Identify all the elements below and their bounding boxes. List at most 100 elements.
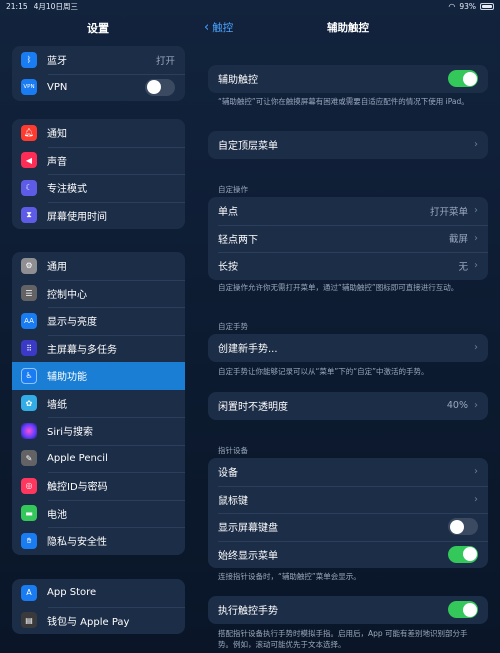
chevron-right-icon: ›: [474, 493, 478, 505]
assistive-touch-row: 辅助触控: [208, 65, 488, 93]
control-center-icon: ☰: [21, 285, 37, 302]
status-time: 21:15: [6, 1, 28, 11]
pointer-row-mouse-keys[interactable]: 鼠标键 ›: [208, 485, 488, 514]
accessibility-icon: ♿︎: [21, 367, 37, 384]
sidebar-item-label: 显示与亮度: [47, 317, 97, 329]
assistive-touch-toggle[interactable]: [448, 70, 478, 88]
sidebar-item-home-screen[interactable]: ⠿ 主屏幕与多任务: [12, 334, 185, 363]
sidebar-item-app-store[interactable]: A App Store: [12, 579, 185, 607]
sidebar-title: 设置: [87, 22, 109, 35]
onscreen-keyboard-toggle[interactable]: [448, 518, 478, 536]
sidebar-item-battery[interactable]: ▬ 电池: [12, 499, 185, 528]
perform-touch-gestures-label: 执行触控手势: [218, 606, 278, 618]
battery-icon: ▬: [21, 505, 37, 522]
bluetooth-icon: ᛒ: [21, 51, 37, 68]
pointer-row-label: 始终显示菜单: [218, 550, 278, 562]
sidebar-item-wallpaper[interactable]: ✿ 墙纸: [12, 390, 185, 418]
section-header-custom-actions: 自定操作: [218, 185, 248, 194]
chevron-right-icon: ›: [474, 400, 478, 412]
idle-opacity-card: 闲置时不透明度 40% ›: [208, 392, 488, 420]
pointer-row-label: 显示屏幕键盘: [218, 523, 278, 535]
sidebar-item-general[interactable]: ⚙ 通用: [12, 252, 185, 280]
sidebar-item-label: Siri与搜索: [47, 427, 94, 439]
fingerprint-icon: ◎: [21, 477, 37, 494]
sidebar-item-display[interactable]: AA 显示与亮度: [12, 307, 185, 335]
sidebar-item-vpn[interactable]: VPN VPN: [12, 73, 185, 102]
pointer-row-label: 鼠标键: [218, 495, 248, 507]
chevron-right-icon: ›: [474, 466, 478, 478]
sidebar-item-label: Apple Pencil: [47, 452, 108, 464]
sidebar-group-notifications: 🔔︎ 通知 ◀︎ 声音 ☾ 专注模式 ⧗ 屏幕使用时间: [12, 119, 185, 229]
grid-icon: ⠿: [21, 340, 37, 357]
perform-touch-gestures-toggle[interactable]: [448, 601, 478, 619]
sidebar-item-wallet[interactable]: ▤ 钱包与 Apple Pay: [12, 606, 185, 635]
sidebar-item-label: 隐私与安全性: [47, 537, 107, 549]
status-bar: 21:15 4月10日周三 ◠ 93%: [0, 0, 500, 12]
vpn-toggle[interactable]: [145, 78, 175, 96]
hourglass-icon: ⧗: [21, 207, 37, 224]
sidebar-item-label: 屏幕使用时间: [47, 211, 107, 223]
custom-gestures-note: 自定手势让你能够记录可以从“菜单”下的“自定”中激活的手势。: [218, 367, 429, 376]
custom-top-menu-card: 自定顶层菜单 ›: [208, 131, 488, 159]
siri-icon: [21, 422, 37, 439]
action-row-double-tap[interactable]: 轻点两下 截屏 ›: [208, 224, 488, 253]
custom-gestures-card: 创建新手势... ›: [208, 334, 488, 362]
sidebar-item-sounds[interactable]: ◀︎ 声音: [12, 146, 185, 175]
sidebar-item-screen-time[interactable]: ⧗ 屏幕使用时间: [12, 201, 185, 230]
assistive-touch-pane: ‹ 触控 辅助触控 辅助触控 “辅助触控”可让你在触摸屏幕有困难或需要自适应配件…: [196, 12, 500, 653]
sidebar-item-label: 触控ID与密码: [47, 482, 108, 494]
sidebar-item-label: 辅助功能: [47, 372, 87, 384]
screen: 21:15 4月10日周三 ◠ 93% 设置 ᛒ 蓝牙 打开 VPN VPN 🔔…: [0, 0, 500, 653]
battery-icon: [480, 2, 494, 10]
page-title: 辅助触控: [327, 22, 369, 34]
action-row-long-press[interactable]: 长按 无 ›: [208, 252, 488, 280]
action-value: 打开菜单: [429, 206, 468, 218]
gear-icon: ⚙: [21, 257, 37, 274]
assistive-touch-note: “辅助触控”可让你在触摸屏幕有困难或需要自适应配件的情况下使用 iPad。: [218, 97, 469, 106]
sidebar-item-label: 专注模式: [47, 184, 87, 196]
pointer-row-devices[interactable]: 设备 ›: [208, 458, 488, 486]
action-value: 截屏: [448, 234, 468, 246]
chevron-right-icon: ›: [474, 139, 478, 151]
create-gesture-label: 创建新手势...: [218, 344, 278, 356]
idle-opacity-label: 闲置时不透明度: [218, 402, 288, 414]
sidebar-item-notifications[interactable]: 🔔︎ 通知: [12, 119, 185, 147]
always-show-menu-toggle[interactable]: [448, 545, 478, 563]
custom-actions-card: 单点 打开菜单 › 轻点两下 截屏 › 长按 无 ›: [208, 197, 488, 280]
sidebar-item-label: 墙纸: [47, 399, 67, 411]
pointer-devices-note: 连接指针设备时，“辅助触控”菜单会显示。: [218, 572, 361, 581]
create-gesture-row[interactable]: 创建新手势... ›: [208, 334, 488, 362]
section-header-custom-gestures: 自定手势: [218, 322, 248, 331]
wifi-icon: ◠: [448, 1, 456, 11]
sidebar-item-accessibility[interactable]: ♿︎ 辅助功能: [12, 362, 185, 390]
sidebar-item-control-center[interactable]: ☰ 控制中心: [12, 279, 185, 308]
custom-top-menu-row[interactable]: 自定顶层菜单 ›: [208, 131, 488, 159]
action-label: 单点: [218, 207, 238, 219]
app-store-icon: A: [21, 584, 37, 601]
sidebar-item-label: 声音: [47, 156, 67, 168]
custom-top-menu-label: 自定顶层菜单: [218, 141, 278, 153]
sidebar-item-label: 钱包与 Apple Pay: [47, 616, 130, 628]
chevron-right-icon: ›: [474, 232, 478, 244]
idle-opacity-row[interactable]: 闲置时不透明度 40% ›: [208, 392, 488, 420]
action-label: 轻点两下: [218, 234, 258, 246]
sidebar-item-label: 蓝牙: [47, 56, 67, 68]
section-header-pointer-devices: 指针设备: [218, 446, 248, 455]
flower-icon: ✿: [21, 395, 37, 412]
perform-touch-gestures-row: 执行触控手势: [208, 596, 488, 624]
sidebar-item-siri[interactable]: Siri与搜索: [12, 417, 185, 445]
battery-percent: 93%: [459, 1, 476, 11]
pointer-row-always-show-menu: 始终显示菜单: [208, 540, 488, 569]
action-row-single-tap[interactable]: 单点 打开菜单 ›: [208, 197, 488, 225]
sidebar-item-label: 主屏幕与多任务: [47, 344, 117, 356]
sidebar-item-touch-id[interactable]: ◎ 触控ID与密码: [12, 472, 185, 500]
action-value: 无: [458, 261, 468, 273]
sidebar-item-label: VPN: [47, 81, 68, 93]
assistive-touch-card: 辅助触控: [208, 65, 488, 93]
text-size-icon: AA: [21, 312, 37, 329]
sidebar-item-apple-pencil[interactable]: ✎ Apple Pencil: [12, 444, 185, 473]
sidebar-item-bluetooth[interactable]: ᛒ 蓝牙 打开: [12, 46, 185, 74]
sidebar-item-focus[interactable]: ☾ 专注模式: [12, 174, 185, 202]
sidebar-item-label: 通用: [47, 262, 67, 274]
sidebar-item-privacy[interactable]: ✋︎ 隐私与安全性: [12, 527, 185, 555]
